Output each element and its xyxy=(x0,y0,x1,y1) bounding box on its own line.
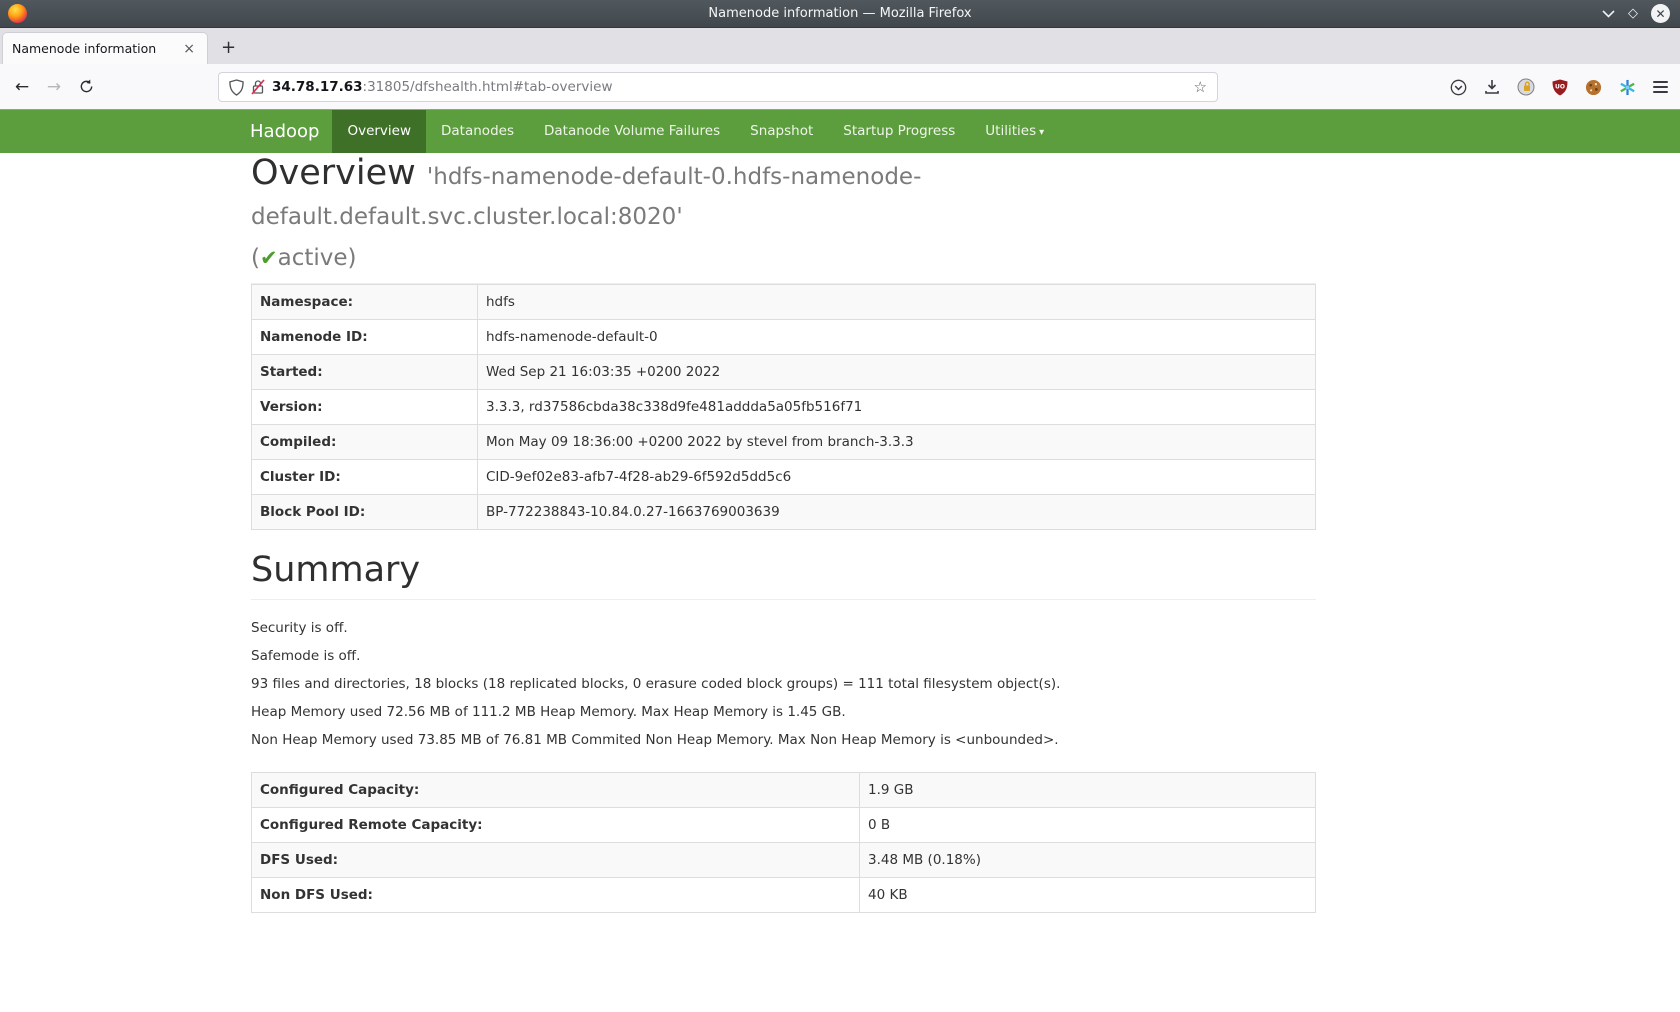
row-label: Namenode ID: xyxy=(252,319,478,354)
row-value: Mon May 09 18:36:00 +0200 2022 by stevel… xyxy=(478,424,1316,459)
overview-title: Overview xyxy=(251,153,416,193)
tab-title: Namenode information xyxy=(12,41,180,56)
toolbar-extension-icons: UO xyxy=(1450,64,1668,110)
row-value: Wed Sep 21 16:03:35 +0200 2022 xyxy=(478,354,1316,389)
privacy-extension-icon[interactable] xyxy=(1517,78,1535,96)
row-value: 0 B xyxy=(860,808,1316,843)
table-row: Namespace: hdfs xyxy=(252,284,1316,319)
table-row: Cluster ID: CID-9ef02e83-afb7-4f28-ab29-… xyxy=(252,459,1316,494)
table-row: Started: Wed Sep 21 16:03:35 +0200 2022 xyxy=(252,354,1316,389)
active-check-icon: ✔ xyxy=(260,246,278,270)
firefox-logo-icon xyxy=(8,4,27,23)
shield-icon[interactable] xyxy=(229,79,244,96)
browser-toolbar: ← → 34.78.17.63:31805/dfshealth.html#tab… xyxy=(0,64,1680,110)
summary-text: Security is off. Safemode is off. 93 fil… xyxy=(251,619,1316,750)
status-active-text: active) xyxy=(278,245,357,271)
tab-namenode-information[interactable]: Namenode information × xyxy=(2,32,208,64)
nav-tab-overview[interactable]: Overview xyxy=(332,110,426,153)
row-label: Configured Capacity: xyxy=(252,773,860,808)
row-label: Started: xyxy=(252,354,478,389)
summary-line-safemode: Safemode is off. xyxy=(251,647,1316,666)
ublock-icon[interactable]: UO xyxy=(1552,79,1568,96)
downloads-icon[interactable] xyxy=(1484,79,1500,95)
table-row: Version: 3.3.3, rd37586cbda38c338d9fe481… xyxy=(252,389,1316,424)
new-tab-button[interactable]: + xyxy=(208,37,249,64)
nav-tab-datanode-volume-failures[interactable]: Datanode Volume Failures xyxy=(529,110,735,153)
summary-line-security: Security is off. xyxy=(251,619,1316,638)
table-row: Configured Capacity: 1.9 GB xyxy=(252,773,1316,808)
chevron-down-icon: ▾ xyxy=(1039,127,1044,138)
nav-tab-utilities[interactable]: Utilities▾ xyxy=(970,110,1059,153)
nav-tab-snapshot[interactable]: Snapshot xyxy=(735,110,828,153)
summary-line-heap-memory: Heap Memory used 72.56 MB of 111.2 MB He… xyxy=(251,703,1316,722)
row-label: Compiled: xyxy=(252,424,478,459)
table-row: Block Pool ID: BP-772238843-10.84.0.27-1… xyxy=(252,494,1316,529)
url-text: 34.78.17.63:31805/dfshealth.html#tab-ove… xyxy=(272,79,612,95)
bookmark-star-icon[interactable]: ☆ xyxy=(1194,78,1207,96)
forward-button: → xyxy=(38,77,70,97)
cookie-icon[interactable] xyxy=(1585,79,1602,96)
row-value: hdfs xyxy=(478,284,1316,319)
window-controls: ◇ ✕ xyxy=(1602,4,1680,23)
reload-icon xyxy=(79,79,94,94)
menu-icon[interactable] xyxy=(1653,81,1668,93)
row-value: CID-9ef02e83-afb7-4f28-ab29-6f592d5dd5c6 xyxy=(478,459,1316,494)
asterisk-extension-icon[interactable] xyxy=(1619,79,1636,96)
row-label: Version: xyxy=(252,389,478,424)
table-row: Configured Remote Capacity: 0 B xyxy=(252,808,1316,843)
row-label: DFS Used: xyxy=(252,843,860,878)
summary-line-filesystem-objects: 93 files and directories, 18 blocks (18 … xyxy=(251,675,1316,694)
table-row: Compiled: Mon May 09 18:36:00 +0200 2022… xyxy=(252,424,1316,459)
row-label: Block Pool ID: xyxy=(252,494,478,529)
row-value: BP-772238843-10.84.0.27-1663769003639 xyxy=(478,494,1316,529)
hadoop-brand[interactable]: Hadoop xyxy=(250,110,332,153)
row-label: Configured Remote Capacity: xyxy=(252,808,860,843)
page-content: Overview 'hdfs-namenode-default-0.hdfs-n… xyxy=(251,153,1316,913)
row-label: Non DFS Used: xyxy=(252,878,860,913)
utilities-label: Utilities xyxy=(985,123,1036,139)
svg-text:UO: UO xyxy=(1555,83,1565,90)
close-button[interactable]: ✕ xyxy=(1651,4,1670,23)
capacity-table: Configured Capacity: 1.9 GB Configured R… xyxy=(251,772,1316,913)
url-host: 34.78.17.63 xyxy=(272,79,363,95)
chevron-down-icon xyxy=(1602,10,1615,18)
nav-tab-startup-progress[interactable]: Startup Progress xyxy=(828,110,970,153)
row-value: 3.3.3, rd37586cbda38c338d9fe481addda5a05… xyxy=(478,389,1316,424)
table-row: DFS Used: 3.48 MB (0.18%) xyxy=(252,843,1316,878)
insecure-lock-icon[interactable] xyxy=(251,79,265,95)
table-row: Non DFS Used: 40 KB xyxy=(252,878,1316,913)
url-path: :31805/dfshealth.html#tab-overview xyxy=(363,79,613,95)
pocket-icon[interactable] xyxy=(1450,79,1467,96)
row-value: hdfs-namenode-default-0 xyxy=(478,319,1316,354)
back-button[interactable]: ← xyxy=(6,77,38,97)
table-row: Namenode ID: hdfs-namenode-default-0 xyxy=(252,319,1316,354)
row-value: 40 KB xyxy=(860,878,1316,913)
summary-heading: Summary xyxy=(251,550,1316,600)
row-value: 3.48 MB (0.18%) xyxy=(860,843,1316,878)
tab-strip: Namenode information × + xyxy=(0,28,1680,64)
reload-button[interactable] xyxy=(70,79,102,94)
status-open-paren: ( xyxy=(251,245,260,271)
maximize-button[interactable]: ◇ xyxy=(1628,7,1638,20)
row-label: Namespace: xyxy=(252,284,478,319)
row-label: Cluster ID: xyxy=(252,459,478,494)
window-title: Namenode information — Mozilla Firefox xyxy=(0,6,1680,21)
namenode-info-table: Namespace: hdfs Namenode ID: hdfs-nameno… xyxy=(251,284,1316,530)
nav-tab-datanodes[interactable]: Datanodes xyxy=(426,110,529,153)
summary-line-non-heap-memory: Non Heap Memory used 73.85 MB of 76.81 M… xyxy=(251,731,1316,750)
hadoop-navbar: Hadoop Overview Datanodes Datanode Volum… xyxy=(0,110,1680,153)
overview-heading: Overview 'hdfs-namenode-default-0.hdfs-n… xyxy=(251,153,1316,284)
row-value: 1.9 GB xyxy=(860,773,1316,808)
tab-close-icon[interactable]: × xyxy=(180,41,198,57)
window-titlebar: Namenode information — Mozilla Firefox ◇… xyxy=(0,0,1680,28)
minimize-button[interactable] xyxy=(1602,10,1615,18)
url-bar[interactable]: 34.78.17.63:31805/dfshealth.html#tab-ove… xyxy=(218,72,1218,102)
